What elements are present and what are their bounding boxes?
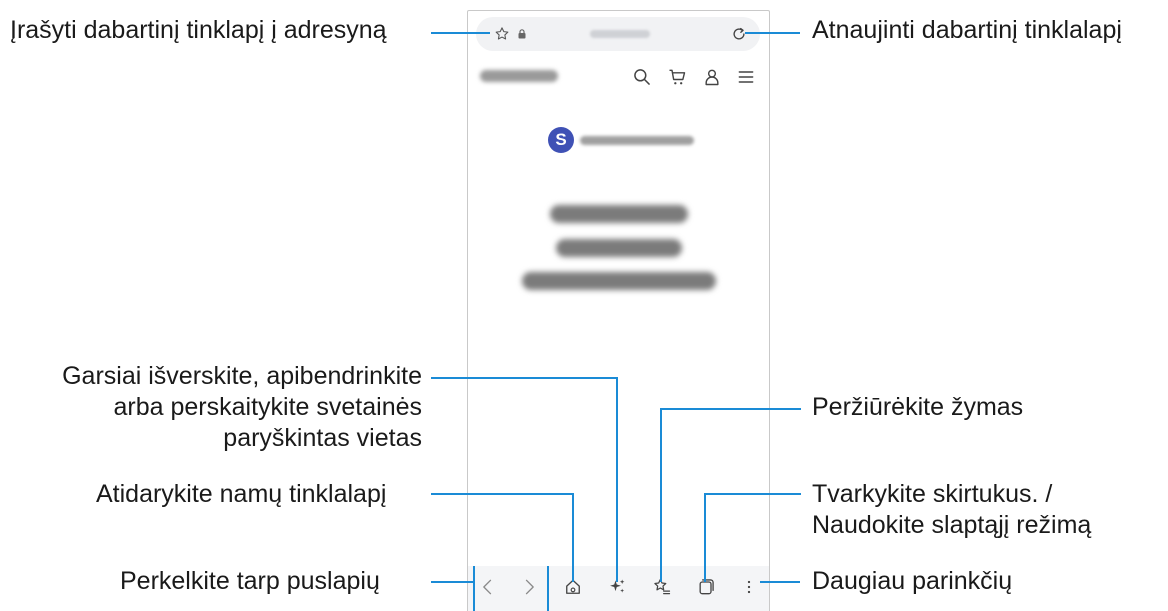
callout-translate-summarize: Garsiai išverskite, apibendrinkite arba … xyxy=(0,361,422,454)
tabs-icon[interactable] xyxy=(696,577,716,597)
callout-open-home: Atidarykite namų tinklalapį xyxy=(96,480,387,508)
app-badge-icon: S xyxy=(548,127,574,153)
callout-translate-line-1: Garsiai išverskite, apibendrinkite xyxy=(62,362,422,390)
callout-save-page: Įrašyti dabartinį tinklapį į adresyną xyxy=(10,16,387,44)
star-outline-icon[interactable] xyxy=(494,26,510,42)
address-bar[interactable] xyxy=(476,17,760,51)
search-icon[interactable] xyxy=(632,67,652,87)
chevron-right-icon[interactable] xyxy=(519,577,539,597)
callout-more-options: Daugiau parinkčių xyxy=(812,567,1013,595)
hamburger-menu-icon[interactable] xyxy=(736,67,756,87)
callout-translate-line-3: paryškintas vietas xyxy=(223,424,422,452)
refresh-icon[interactable] xyxy=(730,25,748,43)
cart-icon[interactable] xyxy=(667,67,687,87)
callout-translate-line-2: arba perskaitykite svetainės xyxy=(113,393,422,421)
bookmarks-icon[interactable] xyxy=(652,577,672,597)
site-logo[interactable] xyxy=(480,70,558,82)
hero-line-1 xyxy=(550,205,688,223)
lock-icon xyxy=(518,29,526,39)
hero-line-3 xyxy=(522,272,716,290)
url-text[interactable] xyxy=(590,30,650,38)
app-name-text xyxy=(580,136,694,145)
more-vertical-icon[interactable] xyxy=(739,577,759,597)
callout-manage-tabs-line-2: Naudokite slaptąjį režimą xyxy=(812,511,1092,539)
callout-move-pages: Perkelkite tarp puslapių xyxy=(120,567,380,595)
sparkle-icon[interactable] xyxy=(608,577,628,597)
callout-manage-tabs: Tvarkykite skirtukus. / Naudokite slaptą… xyxy=(812,479,1091,541)
hero-line-2 xyxy=(556,239,682,257)
browser-screen: S xyxy=(467,10,770,611)
callout-view-bookmarks: Peržiūrėkite žymas xyxy=(812,393,1024,421)
callout-manage-tabs-line-1: Tvarkykite skirtukus. / xyxy=(812,480,1053,508)
home-icon[interactable] xyxy=(563,577,583,597)
person-icon[interactable] xyxy=(702,67,722,87)
bottom-toolbar xyxy=(468,566,769,611)
callout-refresh-page: Atnaujinti dabartinį tinklalapį xyxy=(812,16,1122,44)
chevron-left-icon[interactable] xyxy=(478,577,498,597)
